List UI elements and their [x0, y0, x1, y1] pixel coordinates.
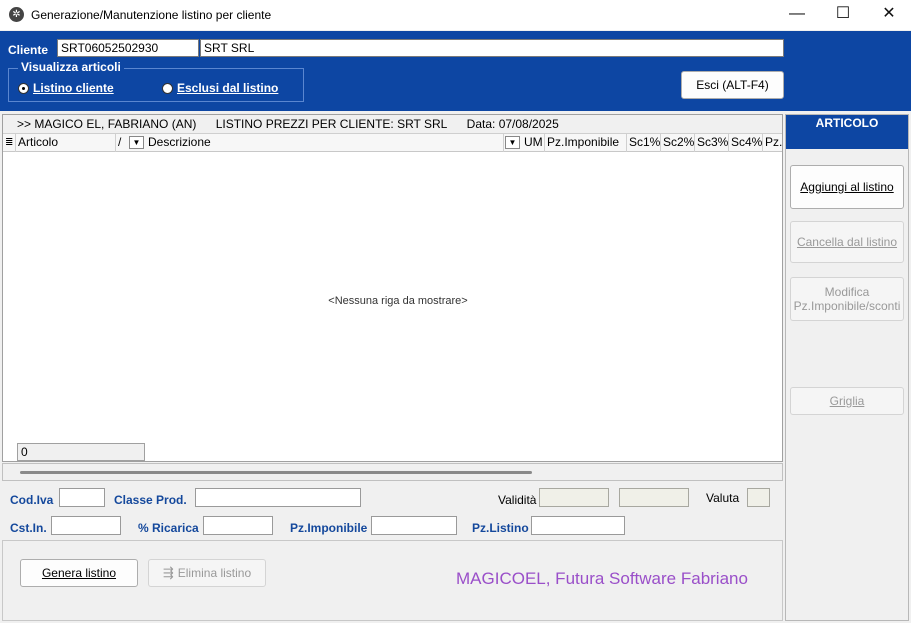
radio-esclusi[interactable]: Esclusi dal listino [162, 81, 278, 95]
row-selector-icon[interactable]: ≣ [3, 134, 16, 152]
col-articolo[interactable]: Articolo [16, 134, 116, 152]
cod-iva-label: Cod.Iva [10, 493, 54, 507]
price-list-grid[interactable]: >> MAGICO EL, FABRIANO (AN) LISTINO PREZ… [2, 114, 783, 462]
cst-in-input[interactable] [51, 516, 121, 535]
app-gear-icon[interactable]: ✲ [9, 7, 24, 22]
validita-from-input[interactable] [539, 488, 609, 507]
valuta-input[interactable] [747, 488, 770, 507]
pz-listino-label: Pz.Listino [472, 521, 529, 535]
grid-caption-data: Data: 07/08/2025 [466, 117, 559, 131]
elimina-listino-button[interactable]: ⇶ Elimina listino [148, 559, 266, 587]
classe-prod-input[interactable] [195, 488, 361, 507]
minimize-button[interactable]: — [774, 0, 820, 30]
classe-prod-label: Classe Prod. [114, 493, 187, 507]
grid-row-count: 0 [17, 443, 145, 461]
pz-listino-input[interactable] [531, 516, 625, 535]
modifica-label: Modifica Pz.Imponibile/sconti [793, 285, 901, 313]
pz-imponibile-label: Pz.Imponibile [290, 521, 368, 535]
col-sc1[interactable]: Sc1% [627, 134, 661, 152]
cancella-label: Cancella dal listino [796, 235, 898, 249]
grid-caption-listino: LISTINO PREZZI PER CLIENTE: SRT SRL [215, 117, 448, 131]
cliente-code-field[interactable]: SRT06052502930 [57, 39, 199, 57]
validita-label: Validità [498, 493, 537, 507]
col-pz[interactable]: Pz. [763, 134, 782, 152]
sliders-icon: ⇶ [162, 565, 174, 580]
brand-text: MAGICOEL, Futura Software Fabriano [456, 569, 748, 588]
horizontal-scrollbar[interactable] [2, 463, 783, 481]
visualizza-articoli-group: Visualizza articoli Listino cliente Escl… [8, 60, 304, 102]
customer-header: Cliente SRT06052502930 SRT SRL Visualizz… [0, 31, 911, 111]
esci-button[interactable]: Esci (ALT-F4) [681, 71, 784, 99]
elimina-listino-label: Elimina listino [177, 566, 252, 580]
cliente-label: Cliente [8, 43, 49, 57]
title-bar: ✲ Generazione/Manutenzione listino per c… [0, 0, 911, 30]
ricarica-label: % Ricarica [138, 521, 199, 535]
scrollbar-thumb[interactable] [20, 471, 532, 474]
grid-empty-message: <Nessuna riga da mostrare> [328, 295, 468, 307]
maximize-button[interactable]: ☐ [820, 0, 866, 30]
cst-in-label: Cst.In. [10, 521, 47, 535]
modifica-button[interactable]: Modifica Pz.Imponibile/sconti [790, 277, 904, 321]
radio-esclusi-label: Esclusi dal listino [177, 81, 279, 95]
griglia-label: Griglia [829, 394, 865, 408]
articolo-filter-dropdown-icon[interactable]: ▼ [129, 136, 144, 149]
genera-listino-label: Genera listino [41, 566, 117, 580]
ricarica-input[interactable] [203, 516, 273, 535]
close-button[interactable]: ✕ [866, 0, 911, 30]
aggiungi-label: Aggiungi al listino [800, 180, 894, 194]
window-title: Generazione/Manutenzione listino per cli… [31, 8, 272, 22]
col-descrizione[interactable]: Descrizione [146, 134, 504, 152]
cancella-button[interactable]: Cancella dal listino [790, 221, 904, 263]
griglia-button[interactable]: Griglia [790, 387, 904, 415]
visualizza-articoli-title: Visualizza articoli [18, 60, 124, 74]
radio-unchecked-icon [162, 82, 173, 94]
col-sc3[interactable]: Sc3% [695, 134, 729, 152]
col-articolo-slash: / [118, 135, 122, 149]
valuta-label: Valuta [706, 491, 740, 505]
col-pz-imponibile[interactable]: Pz.Imponibile [545, 134, 627, 152]
pz-imponibile-input[interactable] [371, 516, 457, 535]
col-sc4[interactable]: Sc4% [729, 134, 763, 152]
aggiungi-button[interactable]: Aggiungi al listino [790, 165, 904, 209]
radio-listino-cliente[interactable]: Listino cliente [18, 81, 114, 95]
grid-caption: >> MAGICO EL, FABRIANO (AN) LISTINO PREZ… [3, 115, 782, 134]
cliente-name-field[interactable]: SRT SRL [200, 39, 784, 57]
validita-to-input[interactable] [619, 488, 689, 507]
articolo-title: ARTICOLO [786, 115, 908, 149]
col-sc2[interactable]: Sc2% [661, 134, 695, 152]
grid-header: ≣ Articolo / ▼ Descrizione ▼ UM Pz.Impon… [3, 134, 782, 152]
genera-listino-button[interactable]: Genera listino [20, 559, 138, 587]
articolo-side-panel: ARTICOLO Aggiungi al listino Cancella da… [785, 114, 909, 621]
radio-checked-icon [18, 82, 29, 94]
col-um[interactable]: UM [522, 134, 545, 152]
cod-iva-input[interactable] [59, 488, 105, 507]
radio-listino-label: Listino cliente [33, 81, 114, 95]
grid-caption-company: >> MAGICO EL, FABRIANO (AN) [17, 117, 197, 131]
descrizione-filter-dropdown-icon[interactable]: ▼ [505, 136, 520, 149]
